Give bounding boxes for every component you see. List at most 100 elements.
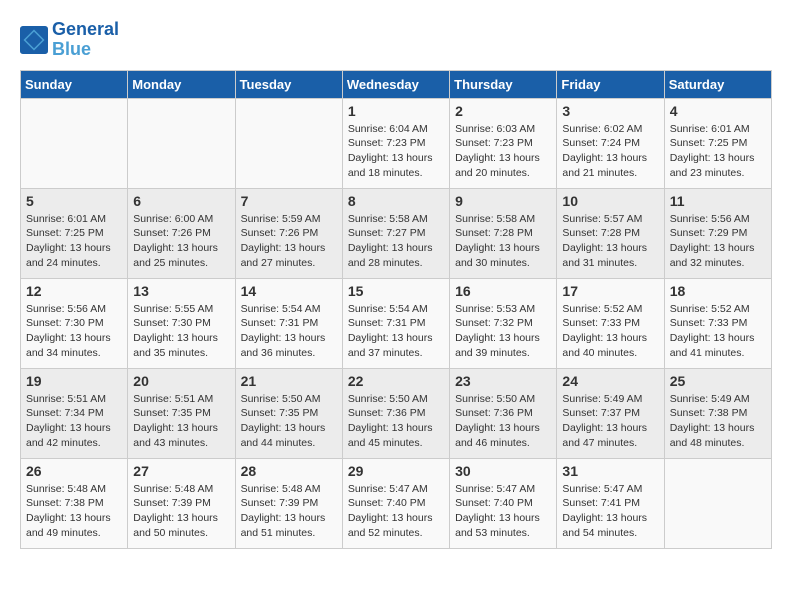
calendar-week-row: 19 Sunrise: 5:51 AM Sunset: 7:34 PM Dayli… xyxy=(21,368,772,458)
calendar-day-cell: 5Sunrise: 6:01 AM Sunset: 7:25 PM Daylig… xyxy=(21,188,128,278)
day-info: Sunrise: 5:50 AM Sunset: 7:36 PM Dayligh… xyxy=(348,392,444,451)
day-number: 22 xyxy=(348,373,444,389)
day-info: Sunrise: 5:50 AM Sunset: 7:35 PM Dayligh… xyxy=(241,392,337,451)
day-number: 23 xyxy=(455,373,551,389)
calendar-day-cell: 29 Sunrise: 5:47 AM Sunset: 7:40 PM Dayli… xyxy=(342,458,449,548)
day-info: Sunrise: 5:59 AM Sunset: 7:26 PM Dayligh… xyxy=(241,212,337,271)
day-info: Sunrise: 6:02 AM Sunset: 7:24 PM Dayligh… xyxy=(562,122,658,181)
day-info: Sunrise: 5:57 AM Sunset: 7:28 PM Dayligh… xyxy=(562,212,658,271)
calendar-table: SundayMondayTuesdayWednesdayThursdayFrid… xyxy=(20,70,772,549)
day-number: 29 xyxy=(348,463,444,479)
day-info: Sunrise: 5:51 AM Sunset: 7:34 PM Dayligh… xyxy=(26,392,122,451)
calendar-week-row: 26 Sunrise: 5:48 AM Sunset: 7:38 PM Dayli… xyxy=(21,458,772,548)
day-info: Sunrise: 5:49 AM Sunset: 7:38 PM Dayligh… xyxy=(670,392,766,451)
day-number: 27 xyxy=(133,463,229,479)
day-number: 2 xyxy=(455,103,551,119)
day-number: 9 xyxy=(455,193,551,209)
calendar-day-cell: 7 Sunrise: 5:59 AM Sunset: 7:26 PM Daylig… xyxy=(235,188,342,278)
calendar-day-cell: 10 Sunrise: 5:57 AM Sunset: 7:28 PM Dayli… xyxy=(557,188,664,278)
day-info: Sunrise: 5:50 AM Sunset: 7:36 PM Dayligh… xyxy=(455,392,551,451)
calendar-day-cell: 18Sunrise: 5:52 AM Sunset: 7:33 PM Dayli… xyxy=(664,278,771,368)
day-number: 7 xyxy=(241,193,337,209)
calendar-day-cell xyxy=(128,98,235,188)
day-number: 21 xyxy=(241,373,337,389)
calendar-day-cell: 15 Sunrise: 5:54 AM Sunset: 7:31 PM Dayli… xyxy=(342,278,449,368)
day-info: Sunrise: 5:47 AM Sunset: 7:40 PM Dayligh… xyxy=(348,482,444,541)
day-info: Sunrise: 5:48 AM Sunset: 7:38 PM Dayligh… xyxy=(26,482,122,541)
day-number: 15 xyxy=(348,283,444,299)
day-info: Sunrise: 5:56 AM Sunset: 7:29 PM Dayligh… xyxy=(670,212,766,271)
logo: General Blue xyxy=(20,20,119,60)
day-info: Sunrise: 5:47 AM Sunset: 7:41 PM Dayligh… xyxy=(562,482,658,541)
day-info: Sunrise: 5:48 AM Sunset: 7:39 PM Dayligh… xyxy=(133,482,229,541)
calendar-day-cell: 9 Sunrise: 5:58 AM Sunset: 7:28 PM Daylig… xyxy=(450,188,557,278)
day-number: 28 xyxy=(241,463,337,479)
calendar-day-cell: 12 Sunrise: 5:56 AM Sunset: 7:30 PM Dayli… xyxy=(21,278,128,368)
day-number: 24 xyxy=(562,373,658,389)
calendar-day-cell xyxy=(21,98,128,188)
calendar-day-cell: 6 Sunrise: 6:00 AM Sunset: 7:26 PM Daylig… xyxy=(128,188,235,278)
day-info: Sunrise: 6:00 AM Sunset: 7:26 PM Dayligh… xyxy=(133,212,229,271)
day-info: Sunrise: 6:01 AM Sunset: 7:25 PM Dayligh… xyxy=(670,122,766,181)
calendar-day-cell: 30Sunrise: 5:47 AM Sunset: 7:40 PM Dayli… xyxy=(450,458,557,548)
day-info: Sunrise: 6:01 AM Sunset: 7:25 PM Dayligh… xyxy=(26,212,122,271)
day-info: Sunrise: 5:47 AM Sunset: 7:40 PM Dayligh… xyxy=(455,482,551,541)
calendar-day-cell: 24 Sunrise: 5:49 AM Sunset: 7:37 PM Dayli… xyxy=(557,368,664,458)
calendar-body: 1 Sunrise: 6:04 AM Sunset: 7:23 PM Daylig… xyxy=(21,98,772,548)
calendar-day-cell: 22 Sunrise: 5:50 AM Sunset: 7:36 PM Dayli… xyxy=(342,368,449,458)
calendar-day-cell: 31Sunrise: 5:47 AM Sunset: 7:41 PM Dayli… xyxy=(557,458,664,548)
day-number: 10 xyxy=(562,193,658,209)
day-info: Sunrise: 5:48 AM Sunset: 7:39 PM Dayligh… xyxy=(241,482,337,541)
calendar-day-cell: 16 Sunrise: 5:53 AM Sunset: 7:32 PM Dayli… xyxy=(450,278,557,368)
day-info: Sunrise: 5:53 AM Sunset: 7:32 PM Dayligh… xyxy=(455,302,551,361)
day-info: Sunrise: 5:58 AM Sunset: 7:27 PM Dayligh… xyxy=(348,212,444,271)
weekday-header-cell: Wednesday xyxy=(342,70,449,98)
calendar-day-cell xyxy=(664,458,771,548)
day-info: Sunrise: 5:54 AM Sunset: 7:31 PM Dayligh… xyxy=(348,302,444,361)
calendar-week-row: 5Sunrise: 6:01 AM Sunset: 7:25 PM Daylig… xyxy=(21,188,772,278)
day-info: Sunrise: 5:49 AM Sunset: 7:37 PM Dayligh… xyxy=(562,392,658,451)
day-info: Sunrise: 5:58 AM Sunset: 7:28 PM Dayligh… xyxy=(455,212,551,271)
day-info: Sunrise: 5:56 AM Sunset: 7:30 PM Dayligh… xyxy=(26,302,122,361)
day-number: 16 xyxy=(455,283,551,299)
day-number: 8 xyxy=(348,193,444,209)
day-number: 4 xyxy=(670,103,766,119)
day-number: 13 xyxy=(133,283,229,299)
day-info: Sunrise: 6:04 AM Sunset: 7:23 PM Dayligh… xyxy=(348,122,444,181)
weekday-header-row: SundayMondayTuesdayWednesdayThursdayFrid… xyxy=(21,70,772,98)
weekday-header-cell: Friday xyxy=(557,70,664,98)
calendar-day-cell: 1 Sunrise: 6:04 AM Sunset: 7:23 PM Daylig… xyxy=(342,98,449,188)
weekday-header-cell: Saturday xyxy=(664,70,771,98)
day-info: Sunrise: 6:03 AM Sunset: 7:23 PM Dayligh… xyxy=(455,122,551,181)
day-number: 26 xyxy=(26,463,122,479)
calendar-day-cell: 13 Sunrise: 5:55 AM Sunset: 7:30 PM Dayli… xyxy=(128,278,235,368)
logo-icon xyxy=(20,26,48,54)
day-info: Sunrise: 5:51 AM Sunset: 7:35 PM Dayligh… xyxy=(133,392,229,451)
day-info: Sunrise: 5:55 AM Sunset: 7:30 PM Dayligh… xyxy=(133,302,229,361)
day-number: 12 xyxy=(26,283,122,299)
calendar-day-cell: 4 Sunrise: 6:01 AM Sunset: 7:25 PM Daylig… xyxy=(664,98,771,188)
calendar-day-cell: 28 Sunrise: 5:48 AM Sunset: 7:39 PM Dayli… xyxy=(235,458,342,548)
calendar-day-cell: 11 Sunrise: 5:56 AM Sunset: 7:29 PM Dayli… xyxy=(664,188,771,278)
day-info: Sunrise: 5:54 AM Sunset: 7:31 PM Dayligh… xyxy=(241,302,337,361)
calendar-day-cell: 14 Sunrise: 5:54 AM Sunset: 7:31 PM Dayli… xyxy=(235,278,342,368)
weekday-header-cell: Tuesday xyxy=(235,70,342,98)
calendar-day-cell: 17Sunrise: 5:52 AM Sunset: 7:33 PM Dayli… xyxy=(557,278,664,368)
calendar-day-cell: 21 Sunrise: 5:50 AM Sunset: 7:35 PM Dayli… xyxy=(235,368,342,458)
day-number: 19 xyxy=(26,373,122,389)
calendar-day-cell: 20Sunrise: 5:51 AM Sunset: 7:35 PM Dayli… xyxy=(128,368,235,458)
calendar-day-cell: 25 Sunrise: 5:49 AM Sunset: 7:38 PM Dayli… xyxy=(664,368,771,458)
logo-text: General Blue xyxy=(52,20,119,60)
day-number: 1 xyxy=(348,103,444,119)
day-number: 11 xyxy=(670,193,766,209)
day-number: 25 xyxy=(670,373,766,389)
calendar-day-cell: 23 Sunrise: 5:50 AM Sunset: 7:36 PM Dayli… xyxy=(450,368,557,458)
day-number: 6 xyxy=(133,193,229,209)
day-info: Sunrise: 5:52 AM Sunset: 7:33 PM Dayligh… xyxy=(562,302,658,361)
calendar-day-cell: 19 Sunrise: 5:51 AM Sunset: 7:34 PM Dayli… xyxy=(21,368,128,458)
day-number: 14 xyxy=(241,283,337,299)
calendar-week-row: 12 Sunrise: 5:56 AM Sunset: 7:30 PM Dayli… xyxy=(21,278,772,368)
page-header: General Blue xyxy=(20,20,772,60)
calendar-day-cell: 26 Sunrise: 5:48 AM Sunset: 7:38 PM Dayli… xyxy=(21,458,128,548)
day-number: 18 xyxy=(670,283,766,299)
